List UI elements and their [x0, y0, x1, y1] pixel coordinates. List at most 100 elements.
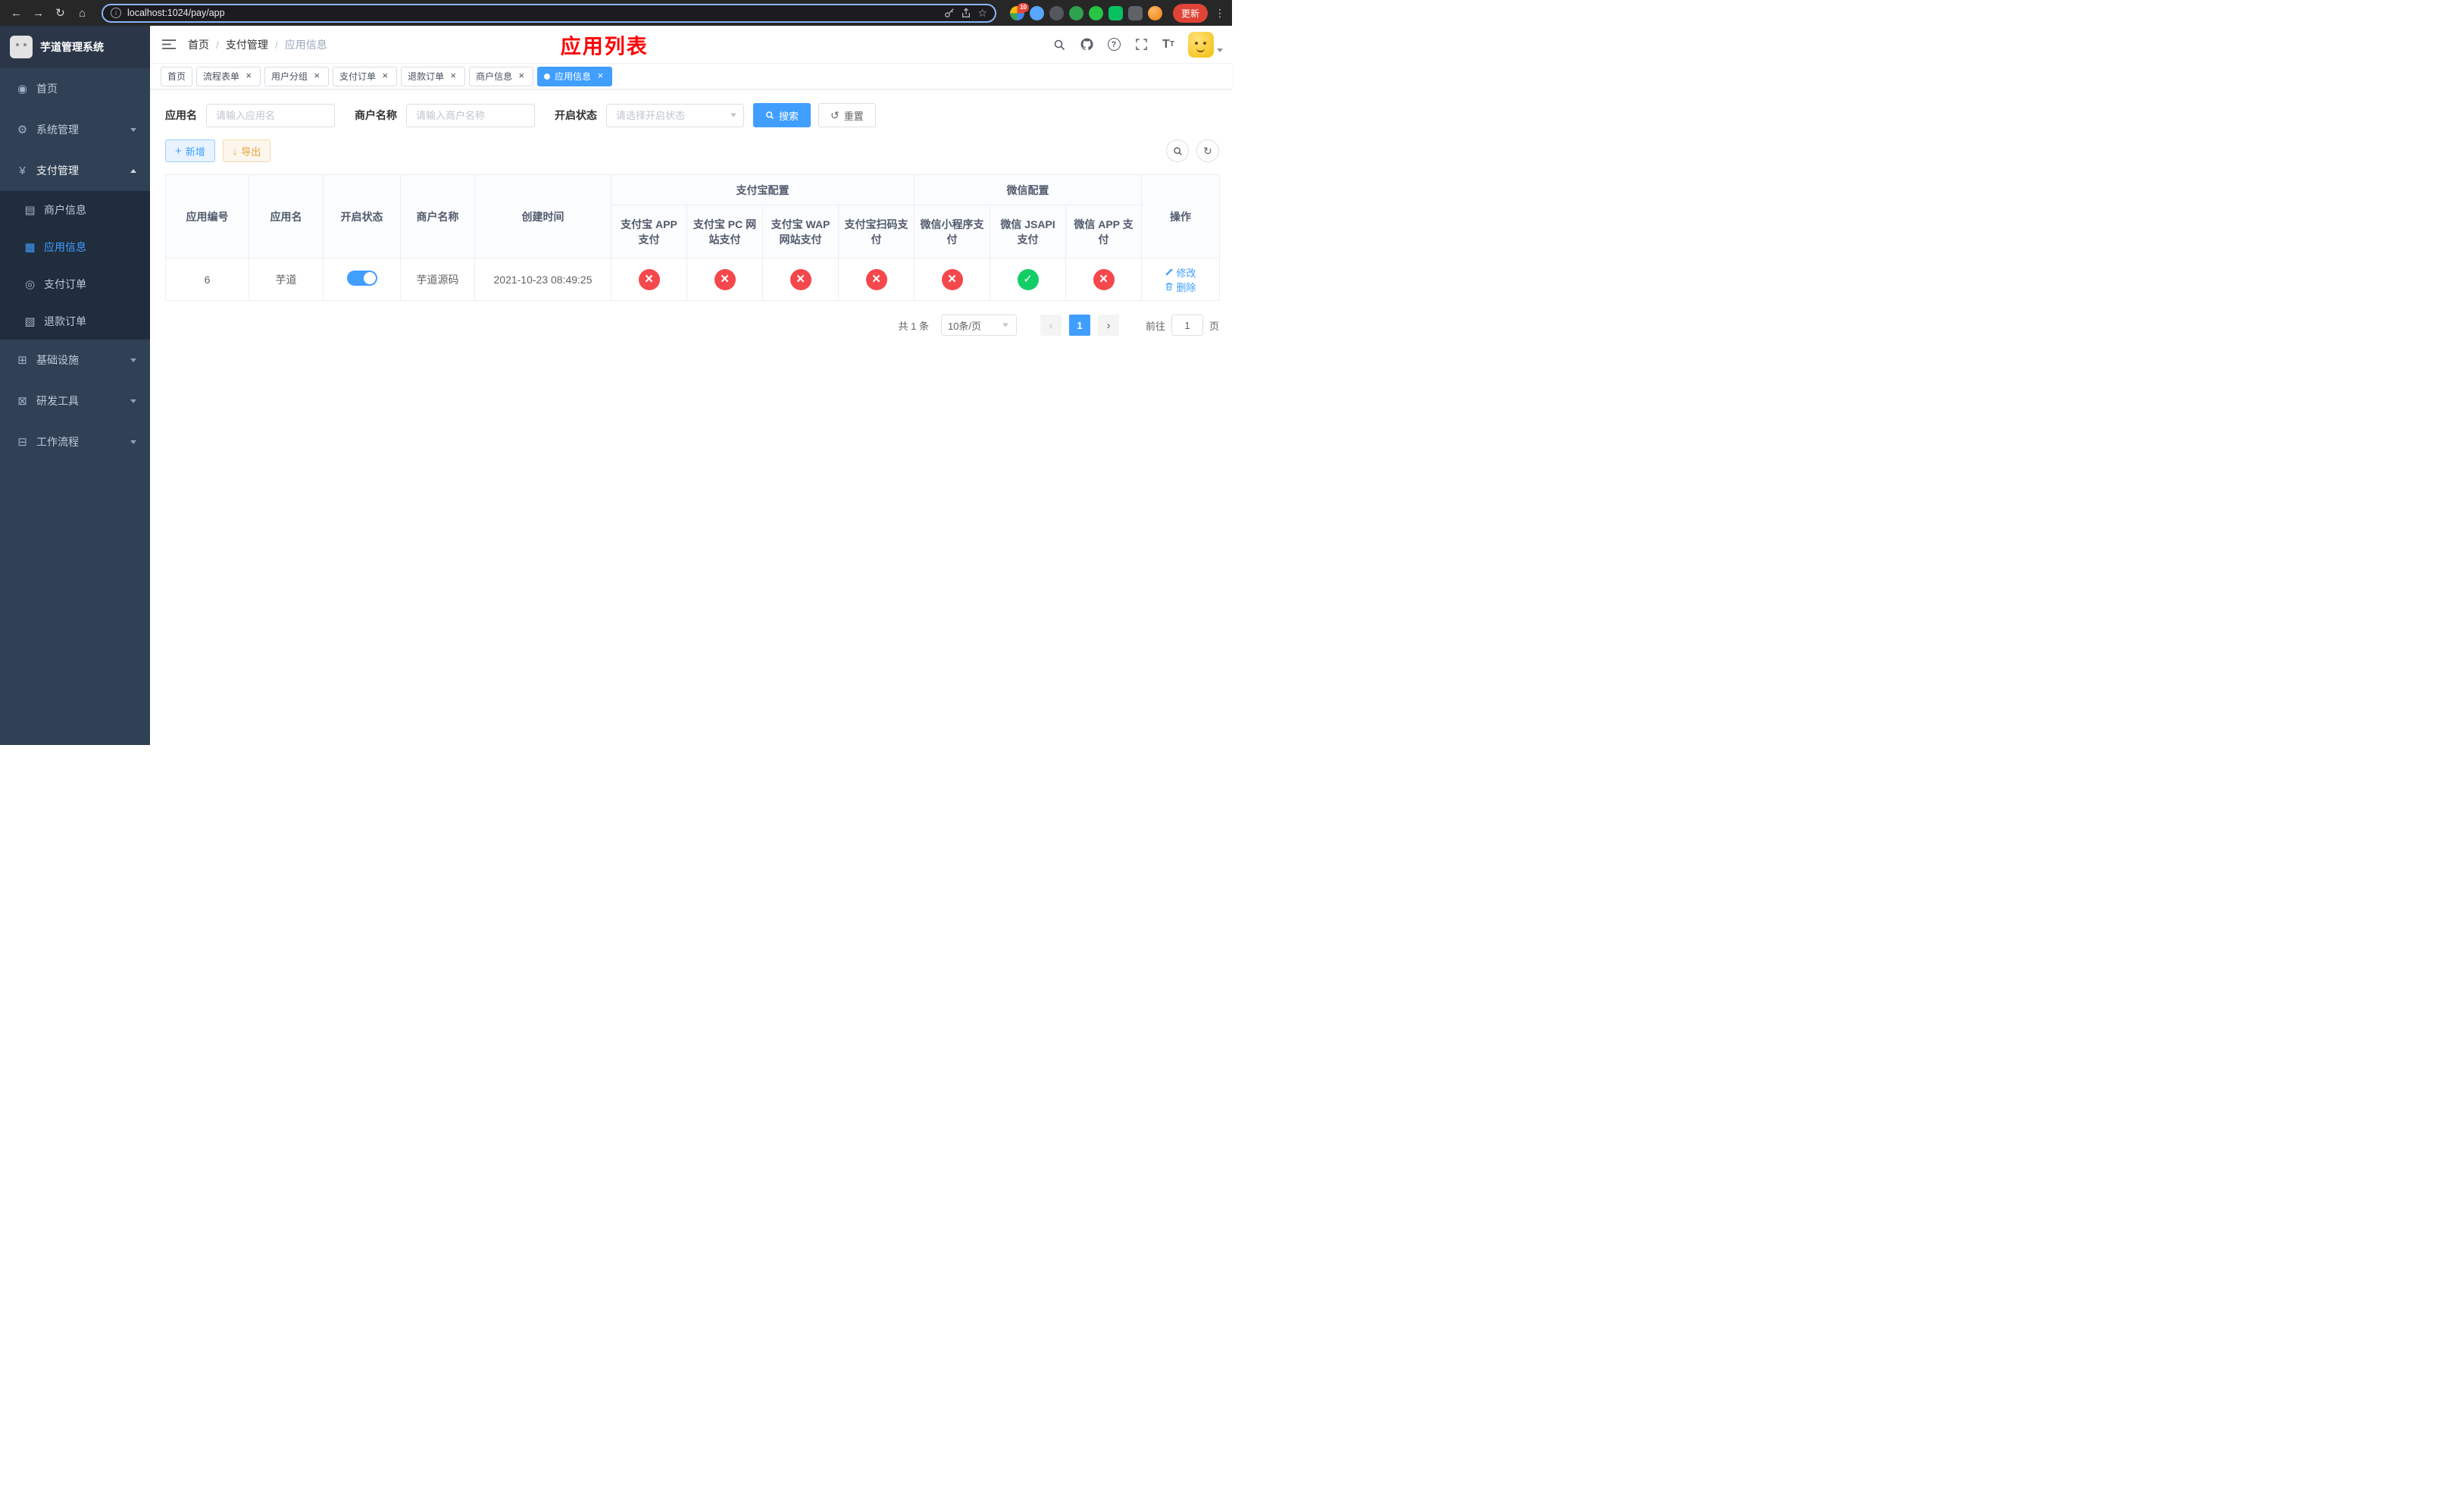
goto-page-input[interactable]	[1171, 315, 1203, 336]
close-icon[interactable]	[243, 71, 254, 82]
user-avatar[interactable]	[1188, 31, 1214, 58]
tab-pay-order[interactable]: 支付订单	[333, 66, 398, 86]
close-icon[interactable]	[311, 71, 322, 82]
chevron-down-icon	[130, 358, 136, 362]
merchant-name-label: 商户名称	[355, 109, 397, 121]
font-size-icon[interactable]: TT	[1155, 30, 1182, 60]
user-menu-caret-icon[interactable]	[1217, 49, 1223, 52]
breadcrumb-home[interactable]: 首页	[188, 37, 209, 52]
bookmark-star-icon[interactable]: ☆	[977, 7, 987, 20]
alipay-app-status-icon	[638, 268, 660, 290]
payment-submenu: ▤ 商户信息 ▦ 应用信息 ◎ 支付订单 ▧ 退款订单	[0, 191, 150, 340]
extension-icon[interactable]	[1127, 5, 1143, 20]
extension-icon[interactable]	[1049, 5, 1064, 20]
merchant-name-input[interactable]	[406, 103, 535, 127]
site-info-icon[interactable]: i	[111, 8, 121, 18]
sidebar-item-infrastructure[interactable]: ⊞ 基础设施	[0, 340, 150, 380]
browser-menu-icon[interactable]: ⋮	[1214, 7, 1226, 20]
app-frame: 芋道管理系统 ◉ 首页 ⚙ 系统管理 ¥ 支付管理 ▤ 商户信息 ▦ 应用信息 …	[0, 26, 1232, 745]
reset-button[interactable]: 重置	[818, 103, 876, 127]
chevron-up-icon	[130, 168, 136, 173]
tab-merchant-info[interactable]: 商户信息	[469, 66, 534, 86]
delete-link[interactable]: 删除	[1165, 280, 1196, 294]
extension-icon[interactable]	[1068, 5, 1083, 20]
tab-home[interactable]: 首页	[161, 66, 193, 86]
infrastructure-icon: ⊞	[17, 354, 27, 367]
close-icon[interactable]	[595, 71, 605, 82]
cell-app-name: 芋道	[249, 258, 324, 301]
extension-icon[interactable]: 10	[1009, 2, 1029, 20]
extension-icon[interactable]	[1088, 5, 1103, 20]
status-toggle[interactable]	[346, 271, 377, 286]
close-icon[interactable]	[380, 71, 390, 82]
reload-icon[interactable]: ↻	[50, 3, 70, 23]
logo-image	[10, 36, 33, 58]
sidebar-item-system[interactable]: ⚙ 系统管理	[0, 109, 150, 150]
col-alipay-qr: 支付宝扫码支付	[838, 205, 915, 258]
tab-refund-order[interactable]: 退款订单	[401, 66, 466, 86]
add-button[interactable]: 新增	[165, 139, 215, 162]
group-header-alipay: 支付宝配置	[611, 174, 915, 205]
edit-link[interactable]: 修改	[1165, 265, 1196, 280]
close-icon[interactable]	[448, 71, 458, 82]
extension-icon[interactable]	[1029, 5, 1044, 20]
extension-icon[interactable]	[1108, 5, 1123, 20]
tab-app-info[interactable]: 应用信息	[537, 66, 613, 86]
github-icon[interactable]	[1073, 30, 1100, 60]
sidebar-item-app-info[interactable]: ▦ 应用信息	[0, 228, 150, 265]
refresh-table-button[interactable]	[1196, 139, 1219, 162]
search-button[interactable]: 搜索	[753, 103, 811, 127]
col-alipay-pc: 支付宝 PC 网站支付	[686, 205, 763, 258]
status-select-input[interactable]	[606, 103, 744, 127]
address-bar[interactable]: i localhost:1024/pay/app ☆	[102, 3, 996, 23]
browser-toolbar: ← → ↻ ⌂ i localhost:1024/pay/app ☆ 10 更新…	[0, 0, 1232, 26]
browser-update-button[interactable]: 更新	[1172, 3, 1208, 23]
app-name-input[interactable]	[206, 103, 335, 127]
profile-avatar-icon[interactable]	[1147, 5, 1162, 20]
tab-process-form[interactable]: 流程表单	[196, 66, 261, 86]
wechat-jsapi-status-icon	[1017, 268, 1039, 290]
export-button[interactable]: 导出	[222, 139, 271, 162]
page-number-1[interactable]: 1	[1068, 315, 1090, 336]
prev-page-button[interactable]	[1040, 315, 1062, 336]
toggle-search-button[interactable]	[1166, 139, 1189, 162]
password-key-icon[interactable]	[944, 8, 955, 18]
col-wechat-mini: 微信小程序支付	[914, 205, 990, 258]
back-icon[interactable]: ←	[6, 3, 27, 23]
url-text[interactable]: localhost:1024/pay/app	[127, 8, 938, 18]
chevron-down-icon	[130, 399, 136, 403]
sidebar-item-devtools[interactable]: ⊠ 研发工具	[0, 380, 150, 421]
next-page-button[interactable]	[1097, 315, 1119, 336]
merchant-card-icon: ▤	[24, 203, 36, 217]
cell-wechat-jsapi	[990, 258, 1066, 301]
goto-page: 前往 页	[1146, 315, 1219, 336]
col-wechat-jsapi: 微信 JSAPI 支付	[990, 205, 1066, 258]
page-size-select[interactable]: 10条/页	[940, 315, 1017, 336]
search-icon[interactable]	[1046, 30, 1073, 60]
fullscreen-icon[interactable]	[1127, 30, 1155, 60]
sidebar-item-payment[interactable]: ¥ 支付管理	[0, 150, 150, 191]
help-icon[interactable]: ?	[1100, 30, 1127, 60]
sidebar-item-merchant-info[interactable]: ▤ 商户信息	[0, 191, 150, 228]
page-title: 应用列表	[560, 35, 649, 58]
home-icon[interactable]: ⌂	[72, 3, 92, 23]
sidebar-logo[interactable]: 芋道管理系统	[0, 26, 150, 68]
cell-alipay-qr	[838, 258, 915, 301]
tab-user-group[interactable]: 用户分组	[264, 66, 330, 86]
sidebar-item-pay-order[interactable]: ◎ 支付订单	[0, 265, 150, 302]
sidebar-item-refund-order[interactable]: ▧ 退款订单	[0, 302, 150, 340]
col-status: 开启状态	[323, 174, 401, 258]
sidebar-item-home[interactable]: ◉ 首页	[0, 68, 150, 109]
forward-icon[interactable]: →	[28, 3, 48, 23]
close-icon[interactable]	[516, 71, 527, 82]
status-select[interactable]	[606, 103, 744, 127]
devtools-icon: ⊠	[17, 395, 27, 408]
breadcrumb: 首页 支付管理 应用信息	[188, 37, 327, 52]
active-tab-dot	[544, 73, 551, 80]
wechat-mini-status-icon	[941, 268, 963, 290]
sidebar-item-workflow[interactable]: ⊟ 工作流程	[0, 421, 150, 462]
hamburger-icon[interactable]	[150, 26, 188, 64]
breadcrumb-payment[interactable]: 支付管理	[209, 37, 268, 52]
share-icon[interactable]	[961, 8, 971, 18]
dashboard-icon: ◉	[17, 83, 28, 95]
